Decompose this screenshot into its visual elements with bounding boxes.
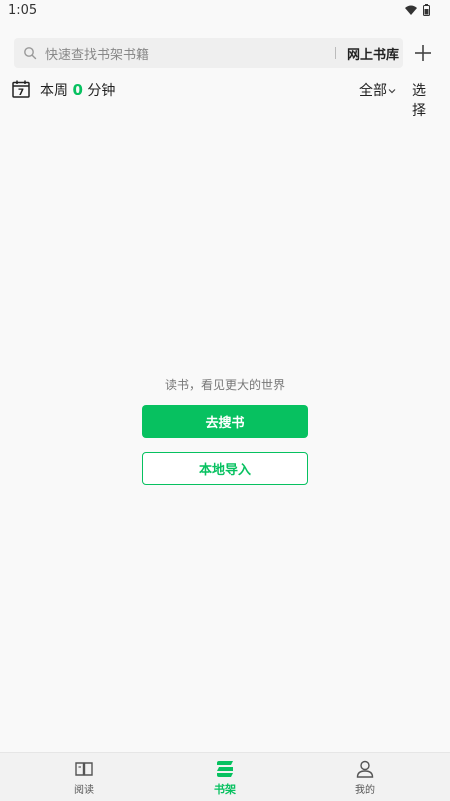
- nav-item-reading[interactable]: 阅读: [54, 757, 114, 799]
- calendar-day: 7: [18, 88, 24, 98]
- week-reading-text: 本周 0 分钟: [40, 80, 115, 100]
- bottom-nav: 阅读 书架 我的: [0, 752, 450, 801]
- select-button[interactable]: 选择: [412, 80, 438, 120]
- nav-label-reading: 阅读: [74, 785, 94, 796]
- status-icons: [405, 4, 430, 16]
- status-bar: 1:05: [0, 0, 450, 24]
- filter-dropdown[interactable]: 全部: [359, 80, 396, 100]
- wifi-icon: [405, 5, 417, 15]
- open-book-icon: [75, 762, 93, 776]
- online-library-button[interactable]: 网上书库: [347, 44, 399, 63]
- local-import-button[interactable]: 本地导入: [142, 452, 308, 485]
- bookshelf-icon: [217, 761, 233, 777]
- week-reading-row: 7 本周 0 分钟 全部 选择: [12, 78, 438, 119]
- nav-item-bookshelf[interactable]: 书架: [195, 757, 255, 799]
- search-input[interactable]: 快速查找书架书籍: [45, 44, 149, 63]
- go-search-button[interactable]: 去搜书: [142, 405, 308, 438]
- search-divider: [335, 47, 336, 59]
- status-time: 1:05: [8, 3, 38, 18]
- week-prefix: 本周: [40, 83, 68, 99]
- empty-state-message: 读书，看见更大的世界: [164, 378, 285, 392]
- week-suffix: 分钟: [87, 83, 116, 99]
- calendar-icon[interactable]: 7: [12, 80, 30, 98]
- search-icon: [24, 47, 37, 60]
- week-minutes: 0: [72, 81, 83, 99]
- nav-label-bookshelf: 书架: [214, 783, 236, 796]
- filter-label: 全部: [359, 83, 387, 99]
- battery-icon: [423, 4, 430, 16]
- add-icon[interactable]: [412, 42, 434, 64]
- person-icon: [356, 760, 374, 778]
- nav-label-mine: 我的: [355, 785, 375, 796]
- nav-item-mine[interactable]: 我的: [335, 757, 395, 799]
- chevron-down-icon: [388, 89, 396, 94]
- search-bar[interactable]: 快速查找书架书籍 网上书库: [14, 38, 403, 68]
